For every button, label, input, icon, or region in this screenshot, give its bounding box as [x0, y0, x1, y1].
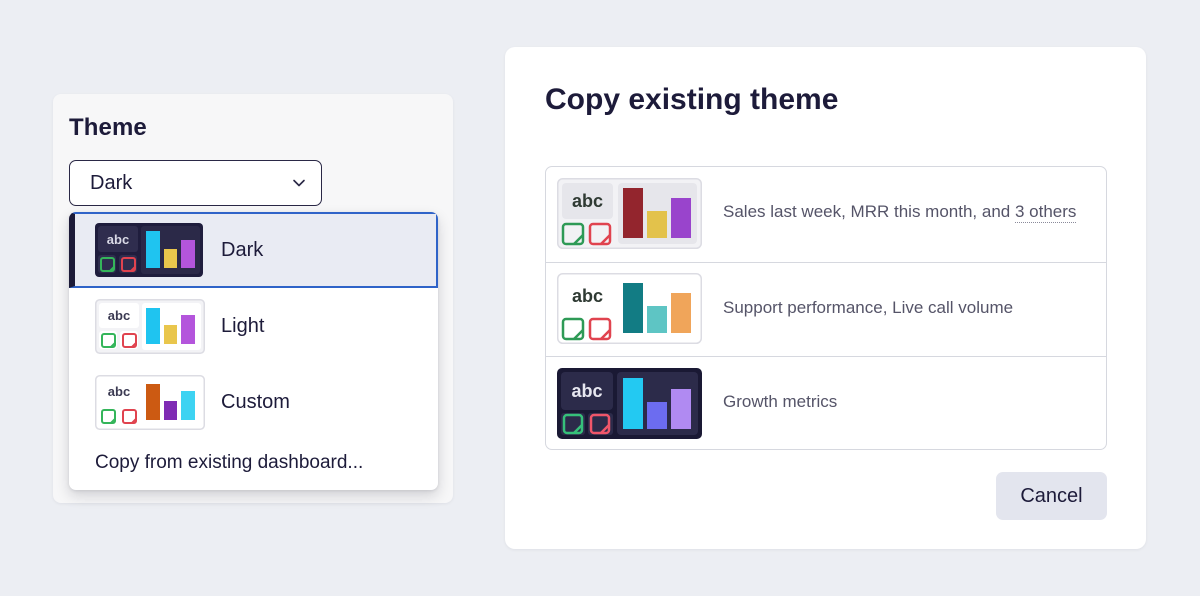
copy-from-existing-dashboard-option[interactable]: Copy from existing dashboard... — [95, 452, 363, 474]
existing-theme-row-growth[interactable]: abc Growth metrics — [546, 356, 1106, 449]
theme-option-custom-label: Custom — [221, 390, 290, 413]
growth-theme-thumbnail: abc — [557, 368, 702, 439]
theme-option-custom[interactable]: abc Custom — [69, 364, 438, 440]
thumb-abc-text: abc — [108, 308, 130, 323]
existing-theme-row-sales[interactable]: abc Sales last week, MRR this month, and… — [546, 167, 1106, 262]
chevron-down-icon — [293, 179, 305, 187]
existing-theme-desc-growth: Growth metrics — [723, 392, 838, 411]
theme-option-dark-label: Dark — [221, 238, 264, 261]
existing-theme-desc-support: Support performance, Live call volume — [723, 298, 1014, 317]
theme-title: Theme — [69, 114, 147, 141]
cancel-button[interactable]: Cancel — [996, 472, 1107, 520]
thumb-abc-text: abc — [572, 286, 603, 306]
thumb-abc-text: abc — [572, 191, 603, 211]
light-theme-thumbnail: abc — [95, 299, 205, 354]
theme-select-value: Dark — [90, 171, 133, 194]
modal-title: Copy existing theme — [545, 83, 839, 116]
thumb-abc-text: abc — [108, 384, 130, 399]
others-link[interactable]: 3 others — [1014, 202, 1077, 223]
sales-theme-thumbnail: abc — [557, 178, 702, 249]
theme-dropdown-menu: abc Dark abc Light abc Custom Copy from … — [69, 212, 438, 490]
custom-theme-thumbnail: abc — [95, 375, 205, 430]
copy-theme-modal: Copy existing theme abc Sales last week,… — [505, 47, 1146, 549]
existing-theme-row-support[interactable]: abc Support performance, Live call volum… — [546, 262, 1106, 356]
sales-desc-text: Sales last week, MRR this month, and — [723, 202, 1015, 221]
existing-theme-desc-sales: Sales last week, MRR this month, and 3 o… — [723, 202, 1077, 223]
theme-panel: Theme Dark abc Dark abc Light abc Custom… — [53, 94, 453, 503]
theme-option-light-label: Light — [221, 314, 265, 337]
existing-theme-list: abc Sales last week, MRR this month, and… — [545, 166, 1107, 450]
dark-theme-thumbnail: abc — [95, 223, 203, 277]
thumb-abc-text: abc — [107, 232, 129, 247]
thumb-abc-text: abc — [571, 381, 602, 401]
theme-option-dark[interactable]: abc Dark — [69, 212, 438, 288]
support-theme-thumbnail: abc — [557, 273, 702, 344]
theme-select[interactable]: Dark — [69, 160, 322, 206]
theme-option-light[interactable]: abc Light — [69, 288, 438, 364]
